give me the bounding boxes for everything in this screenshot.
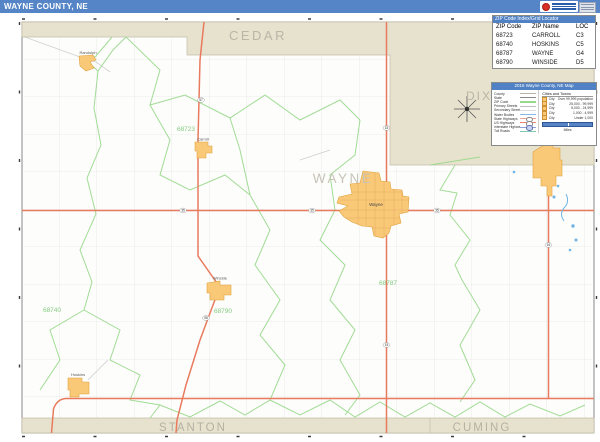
legend-symbols-column: County State ZIP Code Primary Streets Se…	[492, 90, 538, 134]
zip-name: WAYNE	[532, 50, 576, 59]
zip-loc: C3	[576, 32, 594, 41]
brand-swirl-icon	[542, 3, 550, 11]
zip-table-header: ZIP Code Index/Grid Locator	[493, 16, 595, 23]
state-highway-swatch	[520, 118, 536, 119]
city-label-hoskins: Hoskins	[71, 372, 85, 377]
county-label-cuming: CUMING	[453, 422, 512, 434]
col-zip-name: ZIP Name	[532, 23, 576, 32]
zip-loc: D5	[576, 59, 594, 68]
zip-loc: C5	[576, 41, 594, 50]
county-label-cedar: CEDAR	[229, 28, 287, 43]
brand-badge	[579, 2, 596, 13]
city-size-row: City 5,000 - 24,999	[542, 106, 593, 111]
page-title: WAYNE COUNTY, NE	[4, 0, 88, 13]
zip-code-index-table: ZIP Code Index/Grid Locator ZIP Code ZIP…	[492, 15, 596, 69]
shield-57-label: 57	[199, 98, 203, 102]
us-highway-swatch	[520, 122, 536, 123]
shield-35a-label: 35	[181, 209, 185, 213]
city-label-winside: Winside	[213, 276, 228, 281]
county-map-svg: 35 35 35 15 15	[0, 13, 600, 442]
shield-98-label: 98	[204, 316, 208, 320]
city-label-wayne: Wayne	[369, 202, 383, 207]
interstate-swatch	[520, 127, 536, 128]
scale-bar-graphic	[542, 122, 593, 127]
zip-name: WINSIDE	[532, 59, 576, 68]
shield-35b-label: 35	[310, 209, 314, 213]
city-size-row: City Over 99,999 population	[542, 97, 593, 102]
shield-35c-label: 35	[435, 209, 439, 213]
brand-logo	[540, 1, 578, 12]
legend-cities-column: Cities and Towns City Over 99,999 popula…	[538, 90, 596, 134]
zip-name: CARROLL	[532, 32, 576, 41]
table-row: 68787 WAYNE G4	[493, 50, 595, 59]
zip-line-swatch	[520, 101, 536, 102]
city-label-carroll: Carroll	[197, 137, 209, 142]
shield-15b: 15	[383, 343, 390, 348]
scale-bar: Miles	[542, 122, 593, 131]
zip-label-68740: 68740	[43, 307, 61, 314]
zip-code: 68723	[496, 32, 532, 41]
zip-loc: G4	[576, 50, 594, 59]
zip-label-68790: 68790	[214, 308, 232, 315]
table-row: 68740 HOSKINS C5	[493, 41, 595, 50]
zip-code: 68787	[496, 50, 532, 59]
county-label-stanton: STANTON	[159, 422, 227, 434]
county-line-swatch	[520, 93, 536, 94]
shield-35c: 35	[434, 208, 441, 213]
shield-16: 16	[545, 243, 552, 248]
toll-road-swatch	[520, 131, 536, 132]
shield-16-label: 16	[547, 243, 551, 247]
city-label-randolph: Randolph	[79, 50, 96, 55]
zip-name: HOSKINS	[532, 41, 576, 50]
shield-15a: 15	[383, 126, 390, 131]
shield-35a: 35	[180, 208, 187, 213]
secondary-street-swatch	[520, 110, 536, 111]
shield-35b: 35	[309, 208, 316, 213]
legend-item: Toll Roads	[494, 129, 536, 133]
shield-15b-label: 15	[385, 343, 389, 347]
map-canvas: 35 35 35 15 15	[0, 13, 600, 442]
city-square-icon	[542, 115, 547, 120]
col-loc: LOC	[576, 23, 594, 32]
city-size-row: City 1,000 - 4,999	[542, 111, 593, 116]
primary-street-swatch	[520, 106, 536, 107]
table-row: 68723 CARROLL C3	[493, 32, 595, 41]
zip-label-68723: 68723	[177, 126, 195, 133]
shield-57: 57	[198, 98, 205, 103]
water-swatch	[520, 114, 536, 115]
shield-98: 98	[203, 316, 210, 321]
table-row: 68790 WINSIDE D5	[493, 59, 595, 68]
zip-code: 68740	[496, 41, 532, 50]
zip-code: 68790	[496, 59, 532, 68]
state-line-swatch	[520, 97, 536, 98]
map-legend: 2016 Wayne County, NE Map County State Z…	[491, 82, 597, 146]
title-bar: WAYNE COUNTY, NE	[0, 0, 600, 13]
county-label-wayne: WAYNE	[313, 171, 374, 186]
city-size-row: City 25,000 - 99,999	[542, 102, 593, 107]
scale-bar-label: Miles	[542, 128, 593, 132]
city-size-row: City Under 1,000	[542, 115, 593, 120]
zip-label-68787: 68787	[379, 280, 397, 287]
zip-table-column-headers: ZIP Code ZIP Name LOC	[493, 23, 595, 32]
col-zip-code: ZIP Code	[496, 23, 532, 32]
brand-wordmark	[552, 2, 576, 11]
shield-15a-label: 15	[385, 126, 389, 130]
map-page: WAYNE COUNTY, NE	[0, 0, 600, 442]
